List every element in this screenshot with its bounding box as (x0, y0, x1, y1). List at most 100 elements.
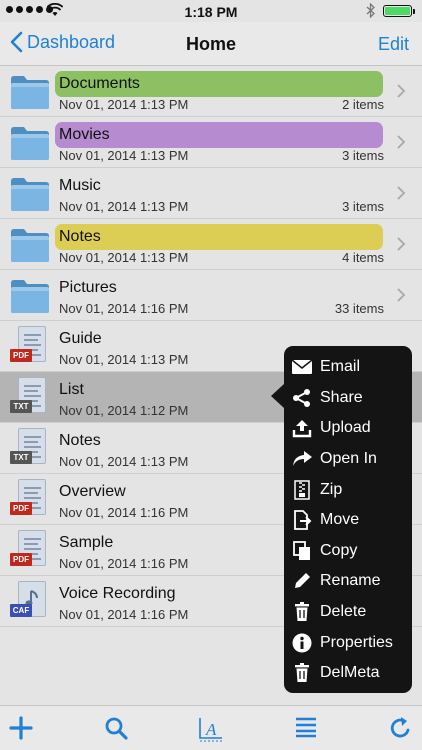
menu-item-label: Copy (320, 541, 358, 559)
menu-item-label: Upload (320, 419, 371, 437)
zip-icon (284, 479, 320, 500)
battery-icon (383, 5, 415, 17)
item-name: Voice Recording (59, 585, 176, 602)
item-name: Notes (59, 228, 101, 245)
menu-item-upload[interactable]: Upload (284, 413, 412, 444)
chevron-right-icon (397, 237, 406, 251)
item-name: Sample (59, 534, 114, 551)
edit-button[interactable]: Edit (378, 34, 409, 55)
folder-icon (11, 178, 49, 211)
context-menu: Email Share Upload Open In Zip Move Copy Rename… (284, 346, 412, 693)
txt-file-icon: TXT (10, 377, 50, 419)
item-count: 3 items (342, 148, 384, 163)
menu-item-properties[interactable]: Properties (284, 627, 412, 658)
menu-item-label: Rename (320, 572, 381, 590)
item-date: Nov 01, 2014 1:13 PM (59, 199, 189, 214)
info-icon (284, 633, 320, 653)
bluetooth-icon (366, 3, 375, 18)
chevron-right-icon (397, 288, 406, 302)
file-type-badge: TXT (10, 400, 32, 413)
folder-icon (11, 229, 49, 262)
sort-icon[interactable]: A (198, 716, 224, 742)
item-date: Nov 01, 2014 1:13 PM (59, 352, 189, 367)
svg-text:A: A (205, 720, 217, 739)
item-count: 4 items (342, 250, 384, 265)
email-icon (284, 360, 320, 375)
item-name-highlight: Documents (55, 71, 383, 97)
share-icon (284, 388, 320, 408)
file-type-badge: CAF (10, 604, 32, 617)
file-type-badge: PDF (10, 553, 32, 566)
menu-item-label: DelMeta (320, 664, 380, 682)
item-date: Nov 01, 2014 1:13 PM (59, 454, 189, 469)
chevron-right-icon (397, 135, 406, 149)
menu-item-label: Delete (320, 603, 367, 621)
item-date: Nov 01, 2014 1:16 PM (59, 556, 189, 571)
file-type-badge: TXT (10, 451, 32, 464)
add-icon[interactable] (9, 716, 33, 740)
folder-row[interactable]: Music Nov 01, 2014 1:13 PM 3 items (0, 168, 422, 219)
menu-item-zip[interactable]: Zip (284, 474, 412, 505)
menu-item-label: Zip (320, 480, 343, 498)
menu-item-rename[interactable]: Rename (284, 566, 412, 597)
folder-icon (11, 280, 49, 313)
open-in-icon (284, 451, 320, 467)
trash-icon (284, 602, 320, 622)
item-name-highlight: Music (55, 173, 383, 199)
upload-icon (284, 418, 320, 438)
folder-row[interactable]: Pictures Nov 01, 2014 1:16 PM 33 items (0, 270, 422, 321)
status-bar: 1:18 PM (0, 0, 422, 22)
menu-item-move[interactable]: Move (284, 505, 412, 536)
item-name-highlight: Pictures (55, 275, 383, 301)
menu-item-label: Properties (320, 633, 393, 651)
caf-file-icon: CAF (10, 581, 50, 623)
item-name: List (59, 381, 84, 398)
folder-row[interactable]: Notes Nov 01, 2014 1:13 PM 4 items (0, 219, 422, 270)
folder-row[interactable]: Documents Nov 01, 2014 1:13 PM 2 items (0, 66, 422, 117)
item-name: Music (59, 177, 101, 194)
item-date: Nov 01, 2014 1:13 PM (59, 97, 189, 112)
item-name: Pictures (59, 279, 117, 296)
trash-icon (284, 663, 320, 683)
file-type-badge: PDF (10, 502, 32, 515)
pdf-file-icon: PDF (10, 479, 50, 521)
menu-item-delmeta[interactable]: DelMeta (284, 658, 412, 689)
menu-item-label: Move (320, 511, 360, 529)
menu-item-email[interactable]: Email (284, 352, 412, 383)
back-button-label: Dashboard (27, 31, 116, 52)
chevron-right-icon (397, 186, 406, 200)
pdf-file-icon: PDF (10, 326, 50, 368)
pdf-file-icon: PDF (10, 530, 50, 572)
menu-item-label: Share (320, 388, 363, 406)
navigation-bar: Dashboard Home Edit (0, 22, 422, 66)
menu-item-delete[interactable]: Delete (284, 597, 412, 628)
item-date: Nov 01, 2014 1:16 PM (59, 607, 189, 622)
item-name: Notes (59, 432, 101, 449)
copy-icon (284, 540, 320, 561)
menu-item-copy[interactable]: Copy (284, 536, 412, 567)
menu-item-label: Email (320, 358, 361, 376)
rename-icon (284, 572, 320, 590)
item-name: Documents (59, 75, 140, 92)
txt-file-icon: TXT (10, 428, 50, 470)
menu-item-open-in[interactable]: Open In (284, 444, 412, 475)
back-button[interactable]: Dashboard (10, 31, 115, 53)
item-date: Nov 01, 2014 1:13 PM (59, 250, 189, 265)
search-icon[interactable] (104, 716, 128, 740)
item-count: 3 items (342, 199, 384, 214)
refresh-icon[interactable] (390, 716, 412, 740)
item-date: Nov 01, 2014 1:12 PM (59, 403, 189, 418)
status-time: 1:18 PM (184, 4, 238, 20)
context-menu-arrow (271, 384, 284, 408)
bottom-toolbar: A (0, 705, 422, 750)
menu-item-share[interactable]: Share (284, 383, 412, 414)
list-icon[interactable] (295, 716, 317, 738)
item-count: 33 items (334, 301, 384, 316)
menu-item-label: Open In (320, 450, 377, 468)
item-name: Overview (59, 483, 126, 500)
item-date: Nov 01, 2014 1:16 PM (59, 301, 189, 316)
item-date: Nov 01, 2014 1:16 PM (59, 505, 189, 520)
folder-icon (11, 76, 49, 109)
item-date: Nov 01, 2014 1:13 PM (59, 148, 189, 163)
folder-row[interactable]: Movies Nov 01, 2014 1:13 PM 3 items (0, 117, 422, 168)
